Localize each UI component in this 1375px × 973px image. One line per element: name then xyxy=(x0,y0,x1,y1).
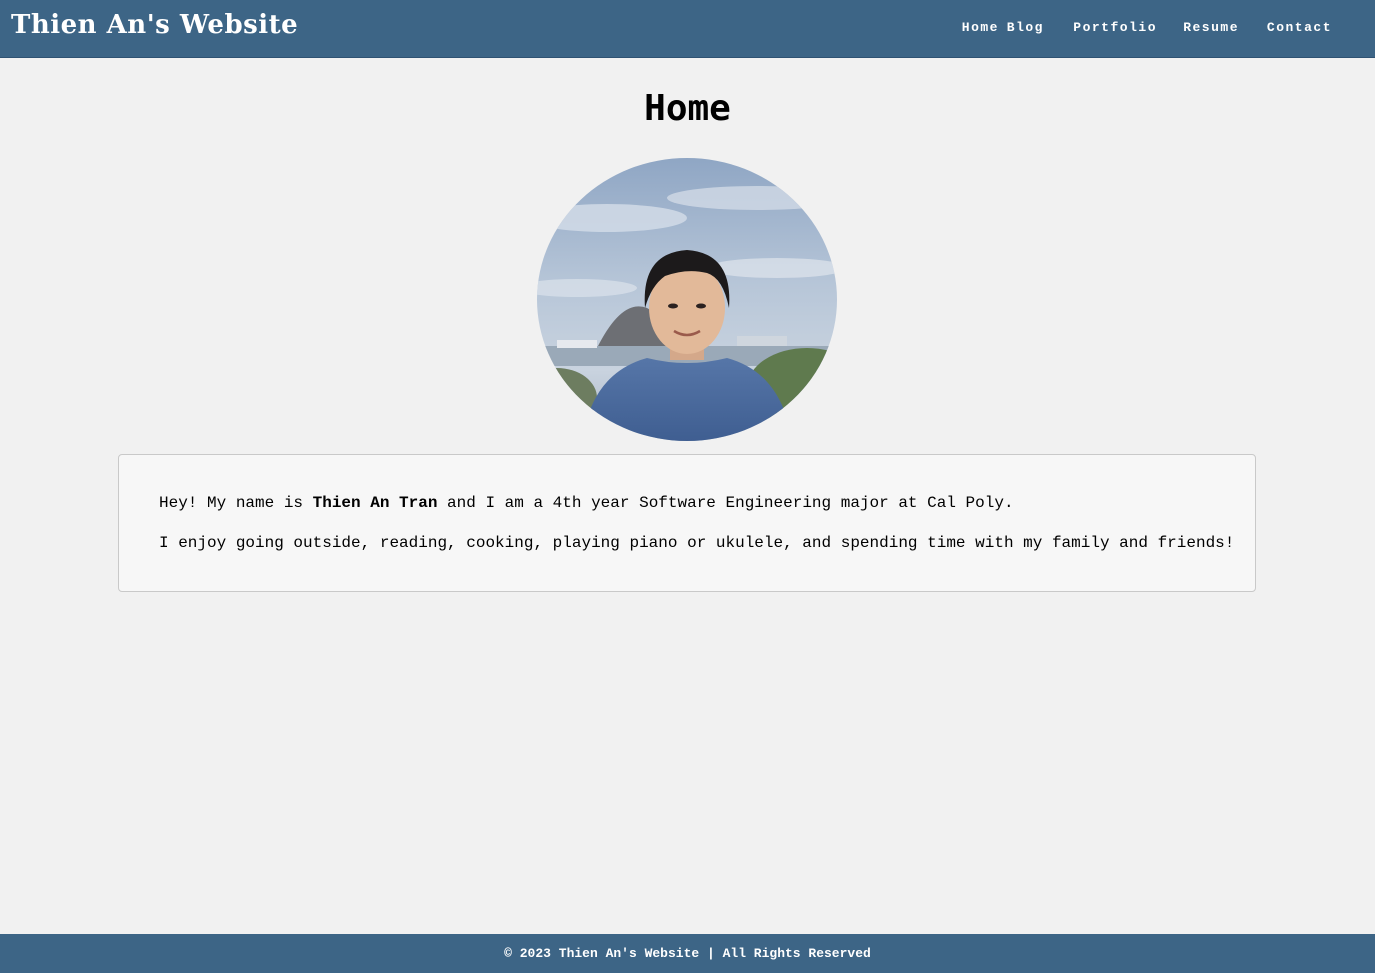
nav-link-portfolio[interactable]: Portfolio xyxy=(1073,20,1157,35)
footer-copyright: © 2023 Thien An's Website | All Rights R… xyxy=(504,946,871,961)
nav-link-contact[interactable]: Contact xyxy=(1267,20,1332,35)
nav-link-home[interactable]: Home xyxy=(962,20,999,35)
intro-text-suffix: and I am a 4th year Software Engineering… xyxy=(437,494,1014,512)
nav-link-resume[interactable]: Resume xyxy=(1183,20,1239,35)
site-header: Thien An's Website Home Blog Portfolio R… xyxy=(0,0,1375,58)
intro-text-line-1: Hey! My name is Thien An Tran and I am a… xyxy=(159,493,1014,513)
profile-photo xyxy=(537,158,837,441)
profile-photo-illustration xyxy=(537,158,837,441)
intro-text-prefix: Hey! My name is xyxy=(159,494,313,512)
site-title-link[interactable]: Thien An's Website xyxy=(11,10,298,40)
nav-link-blog[interactable]: Blog xyxy=(1007,20,1044,35)
intro-card: Hey! My name is Thien An Tran and I am a… xyxy=(118,454,1256,592)
site-footer: © 2023 Thien An's Website | All Rights R… xyxy=(0,934,1375,973)
page-title: Home xyxy=(644,88,731,129)
intro-name: Thien An Tran xyxy=(312,494,438,512)
intro-text-line-2: I enjoy going outside, reading, cooking,… xyxy=(159,534,1235,552)
